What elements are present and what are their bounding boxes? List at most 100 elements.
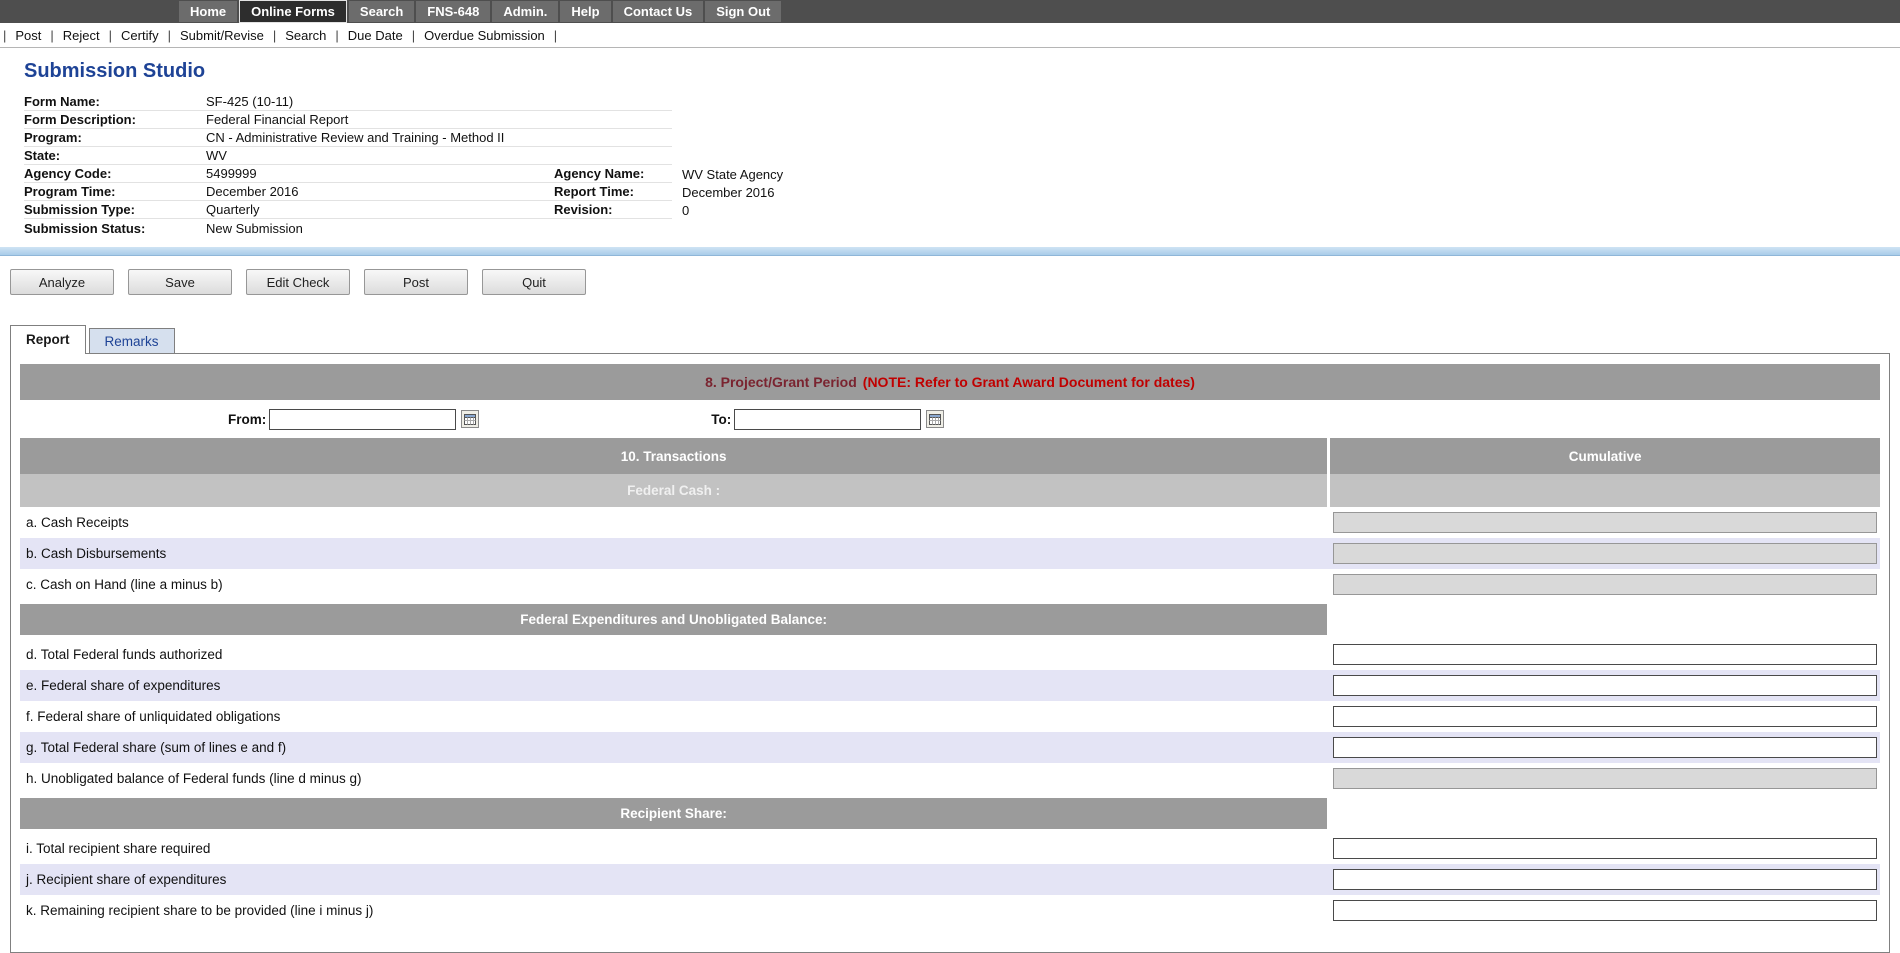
row-label: b. Cash Disbursements <box>20 538 1327 569</box>
menu-item-certify[interactable]: Certify <box>112 28 168 43</box>
section-divider <box>0 247 1900 256</box>
detail-label-text: Form Name: <box>24 94 100 109</box>
table-row: j. Recipient share of expenditures <box>20 864 1880 895</box>
menu-item-search[interactable]: Search <box>276 28 335 43</box>
top-navigation: HomeOnline FormsSearchFNS-648Admin.HelpC… <box>0 0 1900 23</box>
transactions-rows: Federal Cash :a. Cash Receiptsb. Cash Di… <box>20 474 1880 926</box>
to-calendar-button[interactable] <box>926 410 944 428</box>
cumulative-input-c <box>1333 574 1877 595</box>
nav-item-online-forms[interactable]: Online Forms <box>239 0 347 23</box>
detail-value: New Submission <box>206 219 554 237</box>
cumulative-input-d[interactable] <box>1333 644 1877 665</box>
section-subheader-label: Recipient Share: <box>20 798 1327 829</box>
row-label: h. Unobligated balance of Federal funds … <box>20 763 1327 794</box>
table-row: f. Federal share of unliquidated obligat… <box>20 701 1880 732</box>
detail-value: WV <box>206 147 554 165</box>
cumulative-input-a <box>1333 512 1877 533</box>
row-label: e. Federal share of expenditures <box>20 670 1327 701</box>
row-label: g. Total Federal share (sum of lines e a… <box>20 732 1327 763</box>
row-input-cell <box>1330 538 1880 569</box>
cumulative-input-f[interactable] <box>1333 706 1877 727</box>
table-row: e. Federal share of expenditures <box>20 670 1880 701</box>
row-label: a. Cash Receipts <box>20 507 1327 538</box>
cumulative-header: Cumulative <box>1330 438 1880 474</box>
detail-label: Agency Name: <box>554 165 672 183</box>
detail-label <box>554 147 672 165</box>
detail-row: State:WV <box>24 147 1900 165</box>
nav-item-home[interactable]: Home <box>179 1 237 22</box>
detail-label-text: Agency Code: <box>24 166 111 181</box>
detail-row: Submission Status: New Submission <box>24 219 1900 237</box>
cumulative-input-k[interactable] <box>1333 900 1877 921</box>
row-input-cell <box>1330 833 1880 864</box>
row-label: j. Recipient share of expenditures <box>20 864 1327 895</box>
detail-label: Revision: <box>554 201 672 219</box>
cumulative-input-e[interactable] <box>1333 675 1877 696</box>
menu-item-overdue-submission[interactable]: Overdue Submission <box>415 28 554 43</box>
nav-item-sign-out[interactable]: Sign Out <box>705 1 781 22</box>
detail-label: State: <box>24 147 206 165</box>
detail-value: 5499999 <box>206 165 554 183</box>
detail-row: Submission Type:QuarterlyRevision:0 <box>24 201 1900 219</box>
save-button[interactable]: Save <box>128 269 232 295</box>
analyze-button[interactable]: Analyze <box>10 269 114 295</box>
section-subheader-label: Federal Cash : <box>20 474 1327 507</box>
transactions-header: 10. Transactions <box>20 438 1327 474</box>
post-button[interactable]: Post <box>364 269 468 295</box>
period-dates-row: From: To: <box>20 400 1880 438</box>
row-input-cell <box>1330 763 1880 794</box>
nav-item-fns-648[interactable]: FNS-648 <box>416 1 490 22</box>
detail-label-text: Form Description: <box>24 112 136 127</box>
nav-item-help[interactable]: Help <box>560 1 610 22</box>
to-date-input[interactable] <box>734 409 921 430</box>
row-input-cell <box>1330 732 1880 763</box>
detail-value <box>672 129 1900 147</box>
calendar-icon <box>464 413 476 425</box>
cumulative-input-j[interactable] <box>1333 869 1877 890</box>
section-subheader-label: Federal Expenditures and Unobligated Bal… <box>20 604 1327 635</box>
tab-remarks[interactable]: Remarks <box>89 328 175 353</box>
transactions-header-row: 10. Transactions Cumulative <box>20 438 1880 474</box>
table-row: h. Unobligated balance of Federal funds … <box>20 763 1880 794</box>
cumulative-input-g[interactable] <box>1333 737 1877 758</box>
menu-item-reject[interactable]: Reject <box>54 28 109 43</box>
row-input-cell <box>1330 670 1880 701</box>
from-calendar-button[interactable] <box>461 410 479 428</box>
tab-report[interactable]: Report <box>10 325 86 354</box>
detail-value: 0 <box>672 201 1900 219</box>
nav-item-admin[interactable]: Admin. <box>492 1 558 22</box>
row-label: c. Cash on Hand (line a minus b) <box>20 569 1327 600</box>
row-label: i. Total recipient share required <box>20 833 1327 864</box>
cumulative-input-h <box>1333 768 1877 789</box>
period-header-note: (NOTE: Refer to Grant Award Document for… <box>863 374 1195 390</box>
detail-row: Agency Code:5499999Agency Name:WV State … <box>24 165 1900 183</box>
table-row: a. Cash Receipts <box>20 507 1880 538</box>
quit-button[interactable]: Quit <box>482 269 586 295</box>
table-row: c. Cash on Hand (line a minus b) <box>20 569 1880 600</box>
detail-label: Program Time: <box>24 183 206 201</box>
row-input-cell <box>1330 864 1880 895</box>
detail-label <box>554 93 672 111</box>
tab-bar: ReportRemarks <box>10 325 1900 353</box>
edit-check-button[interactable]: Edit Check <box>246 269 350 295</box>
table-row: d. Total Federal funds authorized <box>20 639 1880 670</box>
table-row: g. Total Federal share (sum of lines e a… <box>20 732 1880 763</box>
menu-item-due-date[interactable]: Due Date <box>339 28 412 43</box>
from-date-input[interactable] <box>269 409 456 430</box>
row-input-cell <box>1330 639 1880 670</box>
detail-label-text: Program: <box>24 130 82 145</box>
nav-item-search[interactable]: Search <box>349 1 414 22</box>
nav-item-contact-us[interactable]: Contact Us <box>613 1 704 22</box>
table-row: i. Total recipient share required <box>20 833 1880 864</box>
detail-label: Report Time: <box>554 183 672 201</box>
menu-item-post[interactable]: Post <box>6 28 50 43</box>
row-input-cell <box>1330 569 1880 600</box>
cumulative-input-i[interactable] <box>1333 838 1877 859</box>
menu-item-submit-revise[interactable]: Submit/Revise <box>171 28 273 43</box>
detail-label: Submission Type: <box>24 201 206 219</box>
detail-label-text: Submission Status: <box>24 221 145 236</box>
detail-label <box>554 219 672 237</box>
report-panel: 8. Project/Grant Period (NOTE: Refer to … <box>10 353 1890 953</box>
toolbar: Analyze Save Edit Check Post Quit <box>10 269 1900 295</box>
detail-label-text: Agency Name: <box>554 166 644 181</box>
